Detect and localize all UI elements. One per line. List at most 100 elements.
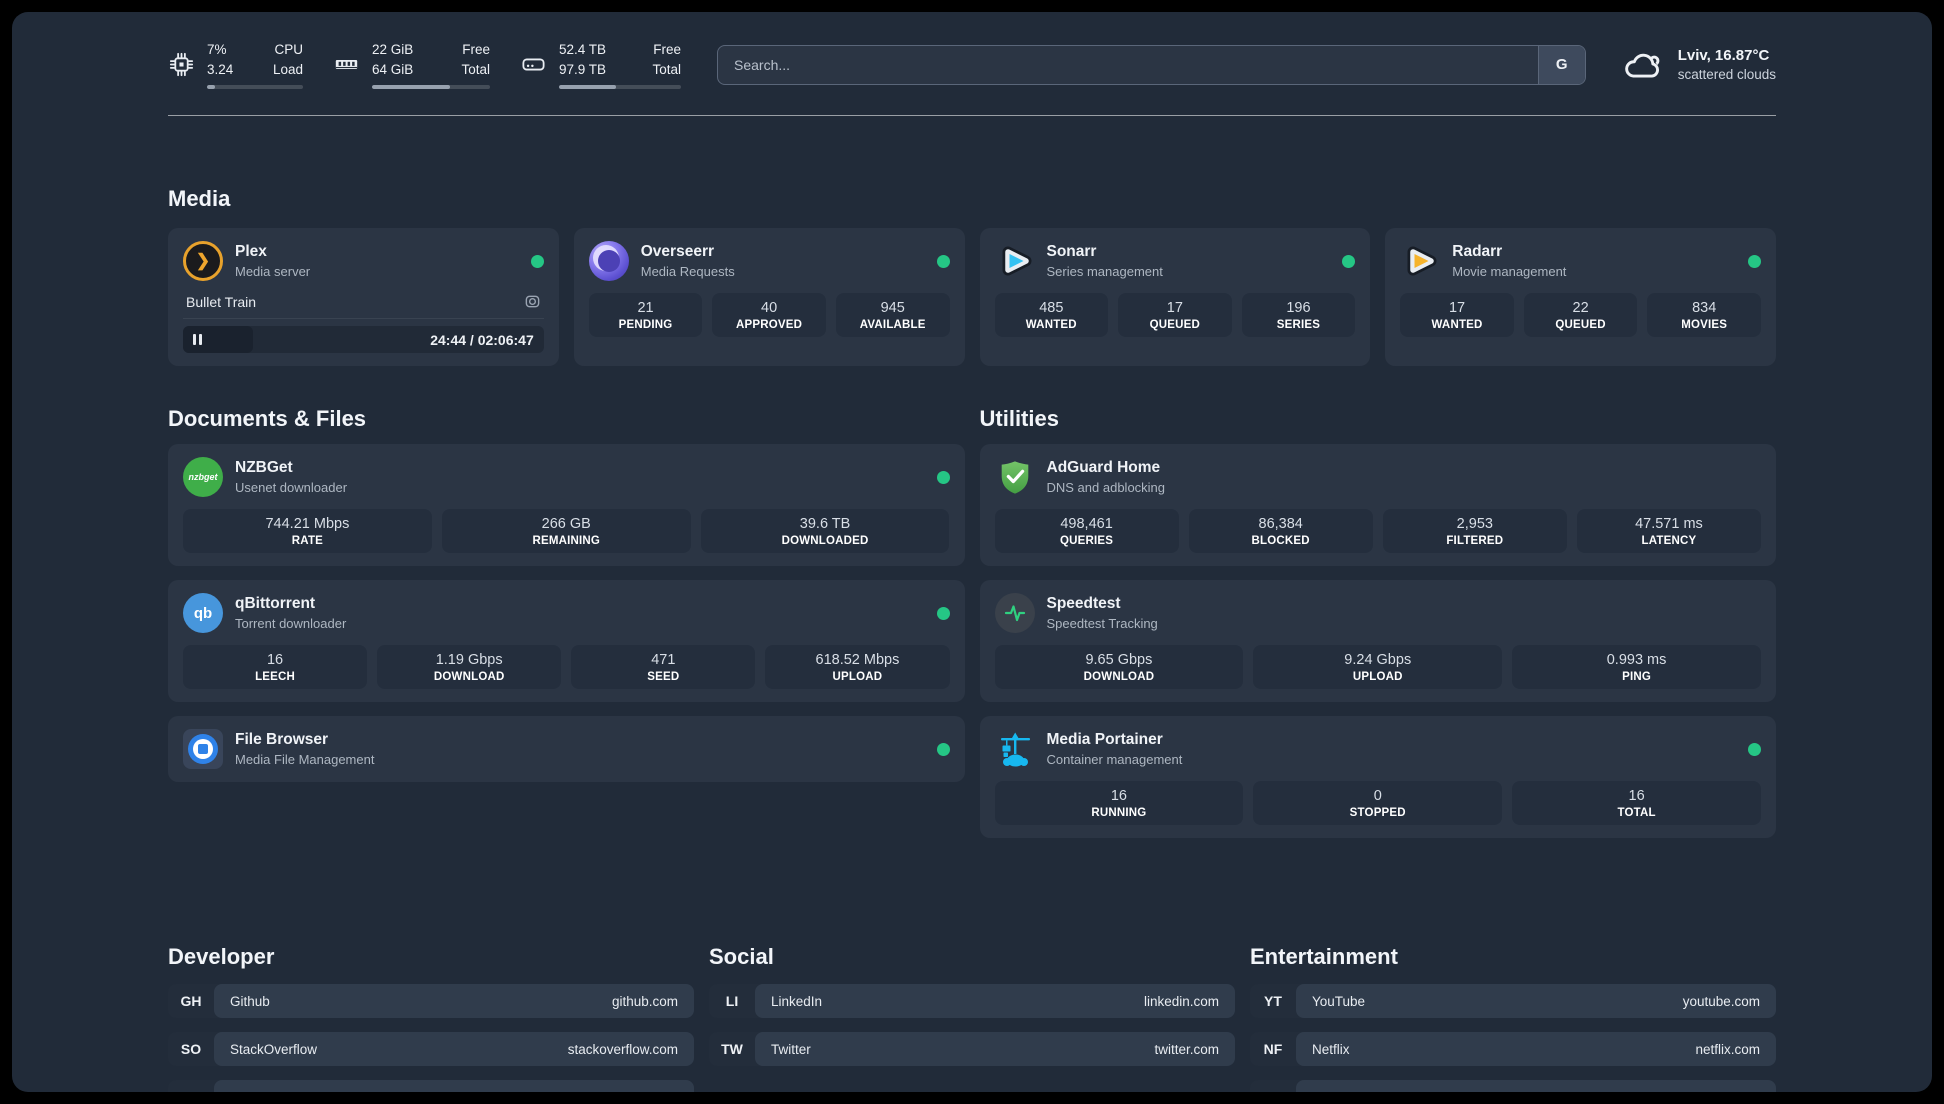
app-title: Radarr [1452,243,1503,261]
app-description: Movie management [1452,264,1567,280]
stat-series: 196 SERIES [1241,293,1356,338]
weather-location-temp: Lviv, 16.87°C [1677,47,1770,65]
cpu-labels: CPU Load [272,42,303,77]
app-description: Media File Management [235,752,375,768]
app-title: NZBGet [235,459,293,477]
memory-stat: 22 GiB 64 GiB Free Total [333,40,490,90]
overseerr-icon [588,241,629,282]
stat-filtered: 2,953 FILTERED [1382,509,1567,554]
playback-time: 24:44 / 02:06:47 [430,331,534,348]
portainer-icon [995,729,1035,769]
adguard-icon [995,457,1035,497]
app-card-adguard[interactable]: AdGuard Home DNS and adblocking 498,461 … [979,444,1776,567]
header-divider [168,115,1776,117]
bookmark-group-entertainment: Entertainment YT YouTube youtube.com NF … [1250,944,1776,1092]
app-title: File Browser [235,731,329,749]
media-grid: ❯ Plex Media server Bullet Train 24:44 /… [168,228,1776,367]
status-dot [1748,254,1761,268]
stat-rate: 744.21 Mbps RATE [183,509,432,554]
stat-blocked: 86,384 BLOCKED [1188,509,1373,554]
system-stats: 7% 3.24 CPU Load 22 GiB 64 GiB Free Tota… [168,40,681,90]
radarr-icon [1400,241,1440,281]
stat-queued: 17 QUEUED [1118,293,1232,338]
app-description: Media Requests [640,264,735,280]
stat-total: 16 TOTAL [1512,781,1761,826]
stat-download: 1.19 Gbps DOWNLOAD [377,645,562,690]
header: 7% 3.24 CPU Load 22 GiB 64 GiB Free Tota… [168,12,1776,90]
status-dot [530,254,544,268]
bookmark-netflix[interactable]: NF Netflix netflix.com [1250,1032,1776,1067]
app-title: Plex [235,243,267,261]
status-dot [1342,254,1356,268]
app-description: DNS and adblocking [1046,480,1166,496]
camera-icon [524,293,541,310]
status-dot [936,470,950,484]
app-description: Series management [1046,264,1163,280]
bookmark-reddit[interactable]: RE Reddit reddit.com [1250,1080,1776,1092]
stat-queries: 498,461 QUERIES [994,509,1179,554]
cloud-icon [1624,53,1660,78]
stat-wanted: 485 WANTED [994,293,1109,338]
app-card-qbittorrent[interactable]: qb qBittorrent Torrent downloader 16 LEE… [168,580,965,703]
app-title: Overseerr [640,243,715,261]
stat-movies: 834 MOVIES [1647,293,1761,338]
stat-running: 16 RUNNING [994,781,1244,826]
documents-column: Documents & Files nzbget NZBGet Usenet d… [168,366,965,796]
stat-leech: 16 LEECH [183,645,368,690]
app-title: Speedtest [1046,595,1121,613]
nzbget-icon: nzbget [183,457,223,498]
search-input[interactable] [717,44,1586,85]
app-description: Usenet downloader [235,480,348,496]
section-title-documents: Documents & Files [168,406,367,432]
disk-stat: 52.4 TB 97.9 TB Free Total [520,40,681,90]
app-card-filebrowser[interactable]: File Browser Media File Management [168,716,965,783]
plex-icon: ❯ [183,241,223,282]
section-title-developer: Developer [168,944,275,970]
bookmark-github[interactable]: GH Github github.com [168,984,694,1019]
stat-seed: 471 SEED [571,645,756,690]
playback-progress-bar[interactable]: 24:44 / 02:06:47 [183,326,544,354]
bookmark-dev[interactable]: DT DEV dev.to [168,1080,694,1092]
app-card-plex[interactable]: ❯ Plex Media server Bullet Train 24:44 /… [168,228,559,367]
stat-remaining: 266 GB REMAINING [441,509,691,554]
app-card-portainer[interactable]: Media Portainer Container management 16 … [979,716,1776,839]
cpu-icon [169,52,194,77]
cpu-values: 7% 3.24 [207,42,234,77]
section-title-entertainment: Entertainment [1250,944,1398,970]
app-description: Torrent downloader [235,616,347,632]
weather-condition: scattered clouds [1677,67,1776,83]
app-card-speedtest[interactable]: Speedtest Speedtest Tracking 9.65 Gbps D… [979,580,1776,703]
now-playing-title: Bullet Train [186,293,257,310]
bookmark-twitter[interactable]: TW Twitter twitter.com [709,1032,1235,1067]
stat-pending: 21 PENDING [588,293,703,338]
disk-values: 52.4 TB 97.9 TB [559,42,607,77]
bookmark-group-social: Social LI LinkedIn linkedin.com TW Twitt… [709,944,1235,1080]
bookmark-youtube[interactable]: YT YouTube youtube.com [1250,984,1776,1019]
bookmark-stackoverflow[interactable]: SO StackOverflow stackoverflow.com [168,1032,694,1067]
dashboard-page: 7% 3.24 CPU Load 22 GiB 64 GiB Free Tota… [12,12,1932,1092]
stat-downloaded: 39.6 TB DOWNLOADED [700,509,950,554]
status-dot [936,254,950,268]
app-card-sonarr[interactable]: Sonarr Series management 485 WANTED 17 Q… [979,228,1371,367]
memory-icon [335,60,358,70]
speedtest-icon [994,593,1035,634]
app-card-nzbget[interactable]: nzbget NZBGet Usenet downloader 744.21 M… [168,444,965,567]
filebrowser-icon [183,729,223,770]
search-engine-button[interactable]: G [1537,45,1585,84]
stat-approved: 40 APPROVED [712,293,826,338]
stat-upload: 618.52 Mbps UPLOAD [765,645,950,690]
app-card-radarr[interactable]: Radarr Movie management 17 WANTED 22 QUE… [1385,228,1776,367]
app-card-overseerr[interactable]: Overseerr Media Requests 21 PENDING 40 A… [573,228,965,367]
app-title: Media Portainer [1046,731,1163,749]
app-description: Speedtest Tracking [1046,616,1158,632]
status-dot [936,742,950,756]
app-title: Sonarr [1046,243,1097,261]
stat-stopped: 0 STOPPED [1253,781,1503,826]
stat-available: 945 AVAILABLE [835,293,950,338]
pause-icon[interactable] [193,334,202,346]
weather-widget: Lviv, 16.87°C scattered clouds [1622,47,1776,82]
cpu-progress [207,85,303,90]
stat-queued: 22 QUEUED [1523,293,1638,338]
bookmark-linkedin[interactable]: LI LinkedIn linkedin.com [709,984,1235,1019]
stat-download: 9.65 Gbps DOWNLOAD [994,645,1244,690]
